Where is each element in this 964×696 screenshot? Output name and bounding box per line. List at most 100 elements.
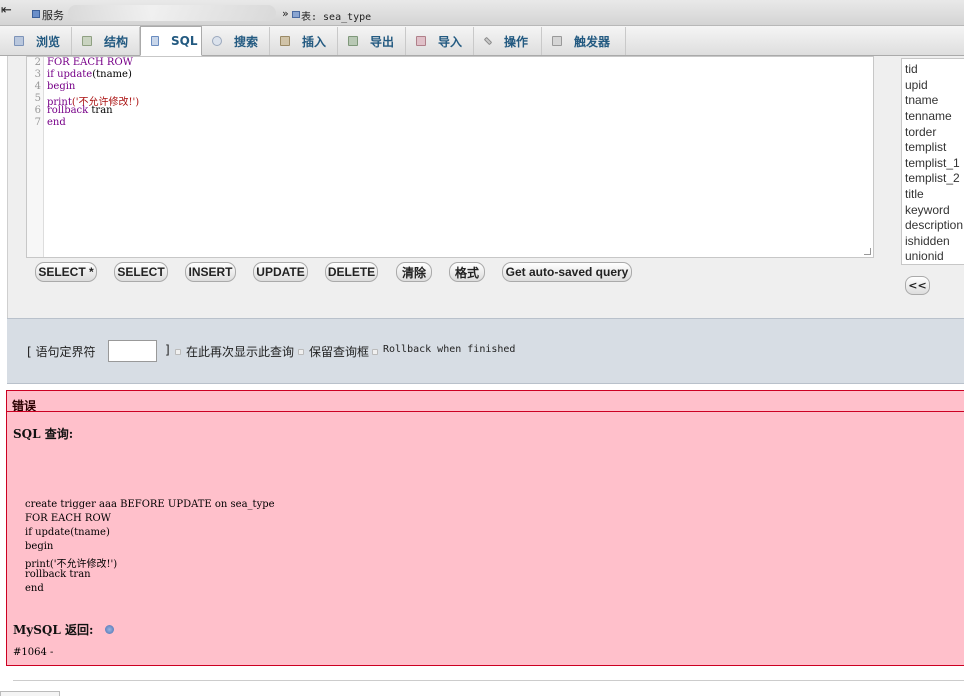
retain-query-box-checkbox[interactable]	[298, 349, 304, 355]
tab-structure[interactable]: 结构	[72, 27, 140, 55]
error-query-line: if update(tname)	[25, 527, 110, 538]
delimiter-close: ]	[165, 343, 170, 357]
column-option[interactable]: upid	[905, 78, 928, 92]
line-number: 4	[34, 81, 41, 92]
error-code: #1064 -	[13, 647, 54, 658]
breadcrumb-server[interactable]: 服务	[42, 7, 64, 23]
tab-import[interactable]: 导入	[406, 27, 474, 55]
update-button[interactable]: UPDATE	[253, 262, 308, 282]
code-token: FOR EACH ROW	[47, 57, 133, 68]
tab-label: 结构	[104, 34, 129, 49]
column-option[interactable]: torder	[905, 125, 936, 139]
breadcrumb-separator: »	[282, 7, 289, 20]
tab-label: 触发器	[574, 34, 611, 49]
show-query-label: 在此再次显示此查询	[186, 345, 295, 359]
line-number: 6	[34, 105, 41, 116]
error-query-line: create trigger aaa BEFORE UPDATE on sea_…	[25, 499, 275, 510]
sql-icon	[151, 36, 159, 46]
tab-triggers[interactable]: 触发器	[542, 27, 626, 55]
sql-query-label: SQL 查询:	[13, 427, 74, 441]
tab-label: 搜索	[234, 34, 259, 49]
column-option[interactable]: ishidden	[905, 234, 950, 248]
error-query-line: FOR EACH ROW	[25, 513, 111, 524]
divider	[13, 680, 964, 681]
line-number: 7	[34, 117, 41, 128]
tab-bar: 浏览 结构 SQL 搜索 插入 导出 导入 操作 触发器	[0, 26, 964, 56]
tab-label: 导出	[370, 34, 395, 49]
error-query-line: end	[25, 583, 44, 594]
insert-icon	[280, 36, 290, 46]
line-number: 5	[34, 93, 41, 104]
export-icon	[348, 36, 358, 46]
tab-label: 浏览	[36, 34, 61, 49]
tab-label: 插入	[302, 34, 327, 49]
table-icon	[292, 11, 300, 18]
tab-sql[interactable]: SQL	[140, 26, 202, 56]
mysql-said-label: MySQL 返回:	[13, 623, 94, 637]
structure-icon	[82, 36, 92, 46]
code-token: begin	[47, 81, 76, 92]
column-option[interactable]: tname	[905, 93, 938, 107]
column-option[interactable]: unionid	[905, 249, 944, 263]
error-query-line: print('不允许修改!')	[25, 559, 118, 570]
format-button[interactable]: 格式	[449, 262, 485, 282]
documentation-icon[interactable]	[105, 625, 114, 634]
column-option[interactable]: tid	[905, 62, 918, 76]
code-token: rollback	[47, 105, 89, 116]
delimiter-label: [ 语句定界符	[27, 345, 96, 359]
code-token: if	[47, 69, 58, 80]
column-option[interactable]: tenname	[905, 109, 952, 123]
code-token: end	[47, 117, 66, 128]
rollback-checkbox[interactable]	[372, 349, 378, 355]
trigger-icon	[552, 36, 562, 46]
divider	[7, 411, 964, 412]
code-token: update	[57, 69, 93, 80]
search-icon	[212, 36, 222, 46]
tab-browse[interactable]: 浏览	[4, 27, 72, 55]
column-option[interactable]: templist_1	[905, 156, 960, 170]
tab-operations[interactable]: 操作	[474, 27, 542, 55]
column-list[interactable]: tid upid tname tenname torder templist t…	[901, 58, 964, 265]
delete-button[interactable]: DELETE	[325, 262, 378, 282]
code-line: end	[47, 117, 66, 128]
tab-label: 导入	[438, 34, 463, 49]
insert-column-button[interactable]: <<	[905, 276, 930, 295]
bottom-tab-fragment[interactable]	[0, 691, 60, 696]
line-number-gutter: 2 3 4 5 6 7	[27, 57, 44, 257]
get-auto-saved-query-button[interactable]: Get auto-saved query	[502, 262, 632, 282]
select-button[interactable]: SELECT	[114, 262, 168, 282]
tab-insert[interactable]: 插入	[270, 27, 338, 55]
show-query-checkbox[interactable]	[175, 349, 181, 355]
delimiter-input[interactable]	[108, 340, 157, 362]
breadcrumb-redacted	[68, 5, 276, 21]
line-number: 2	[34, 57, 41, 68]
error-query-line: begin	[25, 541, 54, 552]
clear-button[interactable]: 清除	[396, 262, 432, 282]
breadcrumb-table[interactable]: 表: sea_type	[301, 8, 371, 23]
column-option[interactable]: description	[905, 218, 963, 232]
retain-query-box-label: 保留查询框	[309, 345, 370, 359]
resize-grip-icon[interactable]	[864, 248, 871, 255]
rollback-label: Rollback when finished	[383, 344, 516, 355]
tab-label: SQL	[171, 34, 198, 48]
server-icon	[32, 10, 40, 18]
browse-icon	[14, 36, 24, 46]
back-arrow-icon[interactable]: ⇤	[1, 4, 17, 20]
breadcrumb: ⇤ 服务 » 表: sea_type	[0, 0, 964, 26]
error-query-line: rollback tran	[25, 569, 91, 580]
column-option[interactable]: templist	[905, 140, 946, 154]
column-option[interactable]: keyword	[905, 203, 950, 217]
code-line: FOR EACH ROW	[47, 57, 133, 68]
column-option[interactable]: templist_2	[905, 171, 960, 185]
line-number: 3	[34, 69, 41, 80]
tab-label: 操作	[504, 34, 529, 49]
code-line: rollback tran	[47, 105, 113, 116]
insert-button[interactable]: INSERT	[185, 262, 236, 282]
column-option[interactable]: title	[905, 187, 924, 201]
tab-search[interactable]: 搜索	[202, 27, 270, 55]
tab-export[interactable]: 导出	[338, 27, 406, 55]
code-line: if update(tname)	[47, 69, 132, 80]
select-star-button[interactable]: SELECT *	[35, 262, 97, 282]
sql-editor[interactable]: 2 3 4 5 6 7 FOR EACH ROW if update(tname…	[26, 56, 874, 258]
import-icon	[416, 36, 426, 46]
